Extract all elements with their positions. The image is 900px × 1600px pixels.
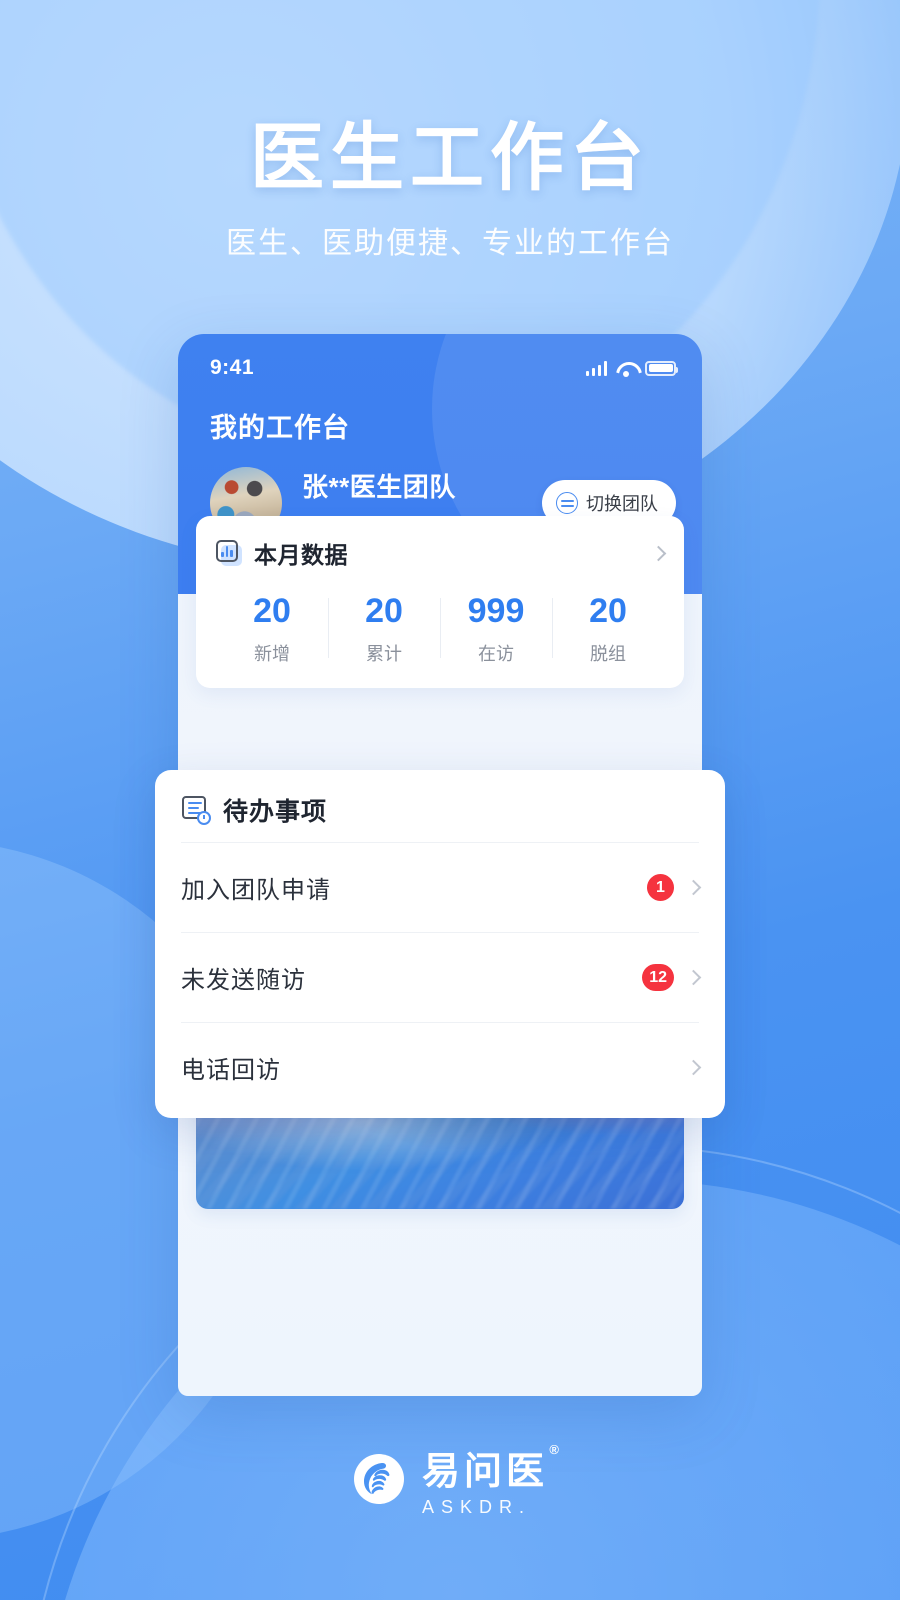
chevron-right-icon[interactable] bbox=[685, 969, 702, 986]
monthly-stats-grid: 20 新增 20 累计 999 在访 20 脱组 bbox=[216, 592, 664, 666]
stat-value: 20 bbox=[589, 592, 627, 630]
todo-item-label: 未发送随访 bbox=[181, 967, 306, 994]
todo-item-trailing bbox=[647, 1054, 702, 1081]
todo-item-join-team-request[interactable]: 加入团队申请 1 bbox=[181, 842, 702, 932]
status-icons bbox=[585, 360, 678, 377]
app-page-title: 我的工作台 bbox=[210, 413, 350, 443]
status-badge: 1 bbox=[647, 874, 674, 901]
brand-text: 易问医 ® ASKDR. bbox=[421, 1440, 559, 1518]
registered-mark: ® bbox=[549, 1442, 563, 1457]
chevron-right-icon[interactable] bbox=[685, 879, 702, 896]
bar-chart-icon bbox=[216, 540, 242, 566]
status-badge: 12 bbox=[642, 964, 674, 991]
cellular-signal-icon bbox=[585, 360, 607, 376]
todo-item-phone-followup[interactable]: 电话回访 bbox=[181, 1022, 702, 1112]
chevron-right-icon[interactable] bbox=[685, 1059, 702, 1076]
profile-name: 张**医生团队 bbox=[302, 472, 456, 502]
monthly-stats-title: 本月数据 bbox=[254, 542, 348, 568]
todo-item-trailing: 12 bbox=[642, 964, 702, 991]
todo-item-unsent-followup[interactable]: 未发送随访 12 bbox=[181, 932, 702, 1022]
monthly-stats-header: 本月数据 bbox=[216, 536, 667, 570]
stat-value: 20 bbox=[253, 592, 291, 630]
wifi-icon bbox=[616, 361, 636, 377]
stat-cell[interactable]: 20 累计 bbox=[328, 592, 440, 666]
brand-name-cn: 易问医 ® bbox=[421, 1440, 559, 1495]
stat-value: 999 bbox=[467, 592, 525, 630]
stat-label: 在访 bbox=[478, 644, 514, 664]
battery-icon bbox=[645, 360, 678, 376]
swap-icon bbox=[556, 492, 578, 514]
status-bar: 9:41 bbox=[178, 334, 702, 380]
todo-list-icon bbox=[181, 795, 211, 825]
stat-label: 脱组 bbox=[590, 644, 626, 664]
todo-item-label: 加入团队申请 bbox=[181, 877, 331, 904]
stat-cell[interactable]: 20 新增 bbox=[216, 592, 328, 666]
monthly-stats-card[interactable]: 本月数据 20 新增 20 累计 999 在访 20 脱组 bbox=[196, 516, 684, 688]
askdr-logo-icon bbox=[352, 1452, 406, 1506]
hero-section: 医生工作台 医生、医助便捷、专业的工作台 bbox=[0, 0, 900, 262]
page-title: 医生工作台 bbox=[250, 116, 650, 199]
todo-card-header: 待办事项 bbox=[181, 792, 699, 842]
stat-value: 20 bbox=[365, 592, 403, 630]
stat-label: 累计 bbox=[366, 644, 402, 664]
todo-card: 待办事项 加入团队申请 1 未发送随访 12 电话回访 bbox=[155, 770, 725, 1118]
page-subtitle: 医生、医助便捷、专业的工作台 bbox=[226, 226, 674, 260]
brand-name-cn-text: 易问医 bbox=[421, 1451, 548, 1493]
status-time: 9:41 bbox=[210, 356, 255, 379]
chevron-right-icon[interactable] bbox=[650, 545, 667, 561]
todo-item-trailing: 1 bbox=[647, 874, 702, 901]
brand-name-en: ASKDR. bbox=[421, 1497, 532, 1517]
stat-cell[interactable]: 20 脱组 bbox=[552, 592, 664, 666]
footer-branding: 易问医 ® ASKDR. bbox=[0, 1440, 900, 1518]
stat-label: 新增 bbox=[254, 644, 290, 664]
stat-cell[interactable]: 999 在访 bbox=[440, 592, 552, 666]
switch-team-label: 切换团队 bbox=[586, 494, 658, 514]
todo-item-label: 电话回访 bbox=[181, 1057, 281, 1084]
todo-card-title: 待办事项 bbox=[223, 798, 328, 826]
